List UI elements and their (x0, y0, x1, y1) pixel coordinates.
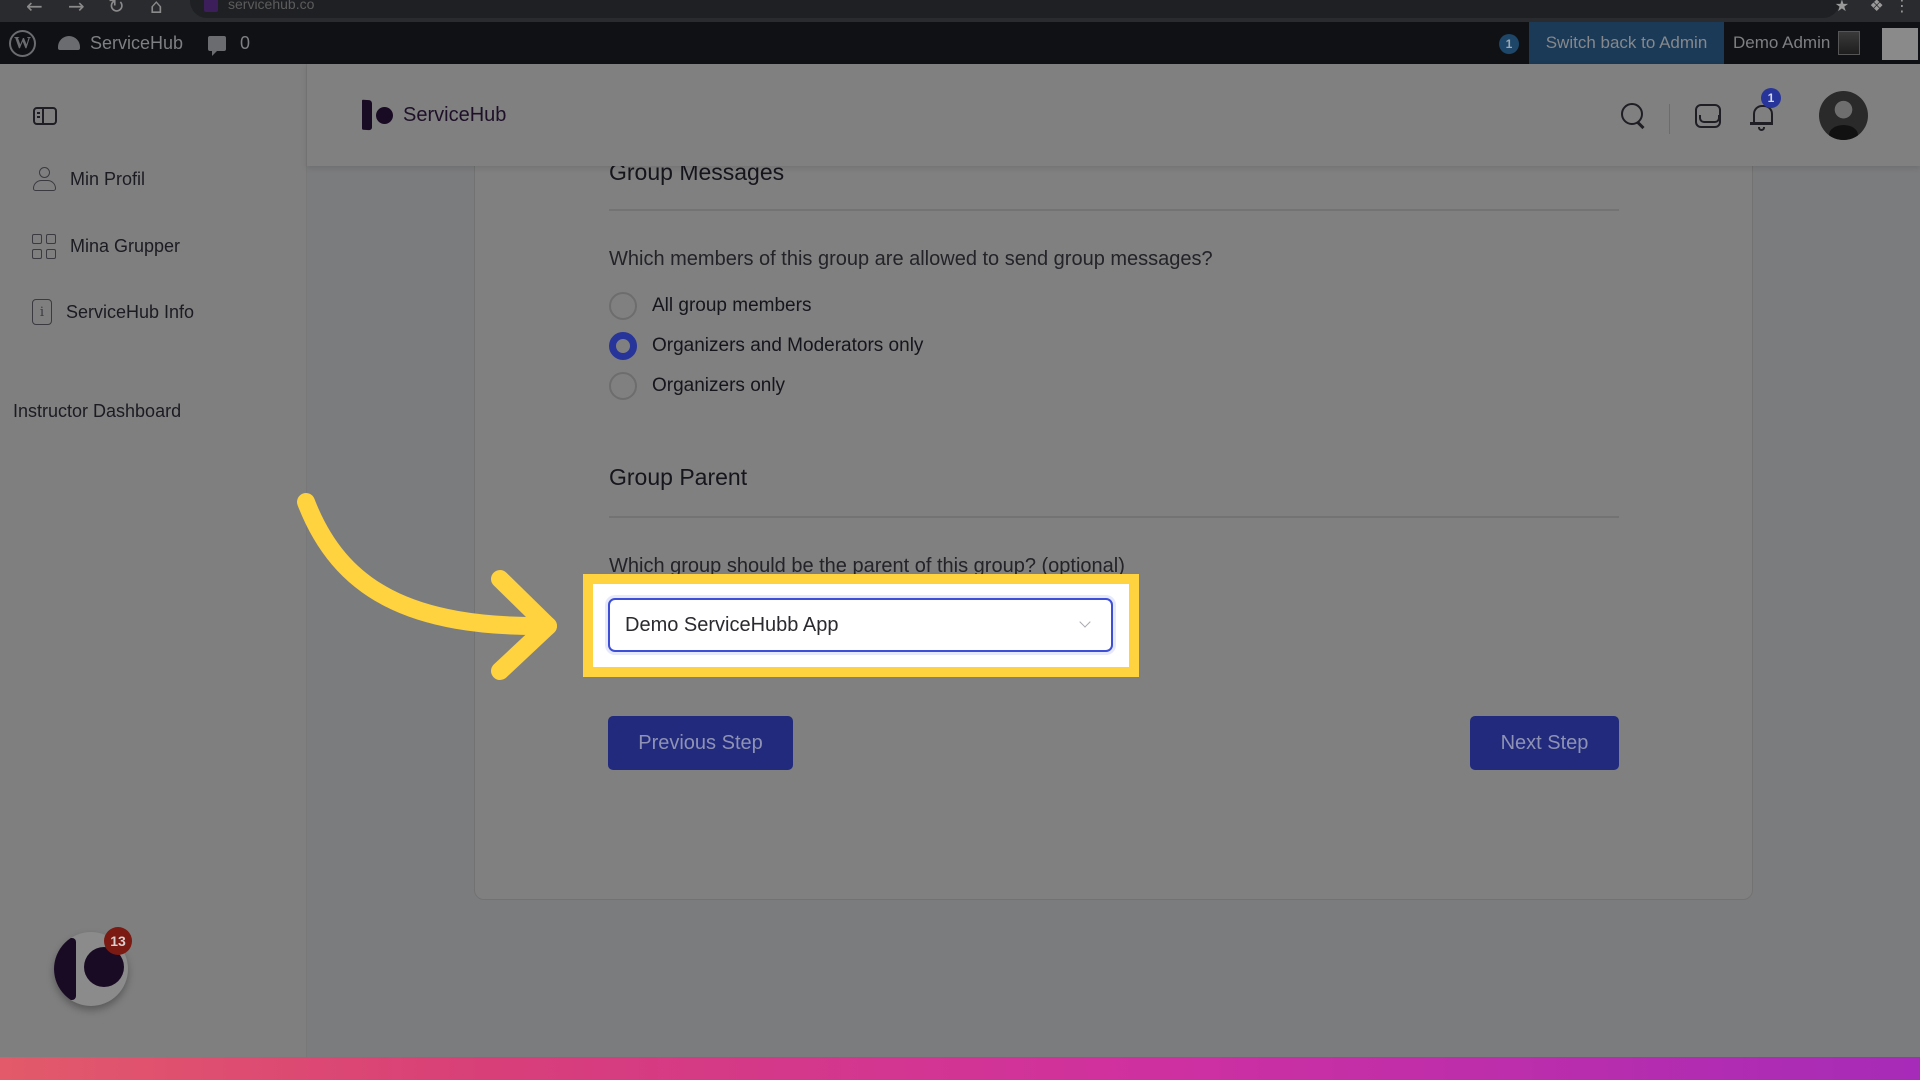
user-name: Demo Admin (1733, 33, 1831, 52)
radio-all-group-members[interactable]: All group members (609, 291, 811, 321)
wp-logo-button[interactable]: W (9, 22, 36, 64)
comment-icon (208, 35, 226, 56)
forward-icon[interactable]: → (68, 0, 85, 18)
notification-badge: 1 (1761, 88, 1781, 108)
radio-label: Organizers only (652, 375, 786, 396)
group-messages-question: Which members of this group are allowed … (609, 248, 1213, 270)
radio-label: Organizers and Moderators only (652, 335, 924, 356)
sidebar: Min Profil Mina Grupper i ServiceHub Inf… (0, 64, 307, 1057)
avatar[interactable] (1819, 91, 1868, 140)
radio-organizers-only[interactable]: Organizers only (609, 371, 785, 401)
sidebar-item-min-profil[interactable]: Min Profil (32, 164, 145, 194)
url-text: servicehub.co (228, 0, 315, 12)
radio-button-checked[interactable] (609, 332, 637, 360)
favicon-icon (204, 0, 218, 12)
previous-step-button[interactable]: Previous Step (608, 716, 793, 770)
section-divider (609, 516, 1619, 518)
chevron-down-icon (1079, 616, 1091, 628)
header-divider (1669, 104, 1670, 134)
section-divider (609, 209, 1619, 211)
chat-badge: 13 (104, 927, 132, 955)
switch-label: Switch back to Admin (1545, 33, 1708, 52)
toolbar-square-button[interactable] (1882, 28, 1918, 60)
user-icon (32, 166, 56, 192)
sidebar-toggle-icon[interactable] (33, 107, 57, 125)
radio-button[interactable] (609, 372, 637, 400)
sidebar-item-label: Min Profil (70, 168, 146, 189)
arrow-shaft (297, 493, 557, 636)
inbox-icon[interactable] (1695, 104, 1721, 128)
sidebar-item-servicehub-info[interactable]: i ServiceHub Info (32, 297, 194, 327)
annotation-arrow-icon (297, 493, 557, 680)
brand-name: ServiceHub (403, 103, 507, 126)
bell-clapper (1758, 127, 1765, 131)
logo-bar (54, 938, 76, 1000)
comments-link[interactable]: 0 (208, 22, 250, 64)
logo-dot-icon (376, 106, 393, 124)
wp-admin-bar: W ServiceHub 0 1 Switch back to Admin De… (0, 22, 1920, 64)
search-icon[interactable] (1620, 102, 1648, 130)
back-icon[interactable]: ← (26, 0, 43, 18)
group-parent-title: Group Parent (609, 464, 748, 490)
extensions-icon[interactable]: ★ ❖ ⋮ (1835, 0, 1910, 15)
switch-back-to-admin-link[interactable]: Switch back to Admin (1529, 22, 1724, 64)
site-name-link[interactable]: ServiceHub (58, 22, 183, 64)
wordpress-icon: W (9, 29, 36, 57)
user-avatar-small (1838, 31, 1861, 55)
brand-logo-link[interactable]: ServiceHub (362, 99, 507, 131)
radio-label: All group members (652, 295, 812, 316)
radio-organizers-and-moderators[interactable]: Organizers and Moderators only (609, 331, 923, 361)
sidebar-item-label: Mina Grupper (70, 235, 181, 256)
home-icon[interactable]: ⌂ (150, 0, 163, 18)
instructor-dashboard-link[interactable]: Instructor Dashboard (13, 401, 181, 422)
browser-toolbar: ← → ↻ ⌂ servicehub.co ★ ❖ ⋮ (0, 0, 1920, 22)
sidebar-item-mina-grupper[interactable]: Mina Grupper (32, 231, 180, 261)
dashboard-gauge-icon (58, 36, 80, 50)
group-settings-card: Group Messages Which members of this gro… (474, 100, 1753, 900)
reload-icon[interactable]: ↻ (108, 0, 125, 18)
top-header: ServiceHub 1 (307, 64, 1920, 166)
site-name: ServiceHub (90, 32, 184, 53)
sidebar-item-label: ServiceHub Info (66, 301, 195, 322)
selected-value: Demo ServiceHubb App (625, 613, 839, 636)
address-bar[interactable]: servicehub.co (190, 0, 1840, 18)
bottom-gradient-bar (0, 1057, 1920, 1080)
user-account-menu[interactable]: Demo Admin (1733, 22, 1861, 64)
group-parent-select[interactable]: Demo ServiceHubb App (608, 598, 1113, 652)
logo-icon (362, 99, 372, 131)
grid-icon (32, 233, 56, 259)
comments-count: 0 (240, 32, 251, 53)
radio-button[interactable] (609, 292, 637, 320)
notification-count-badge: 1 (1499, 34, 1519, 54)
info-icon: i (32, 299, 52, 325)
next-step-button[interactable]: Next Step (1470, 716, 1619, 770)
